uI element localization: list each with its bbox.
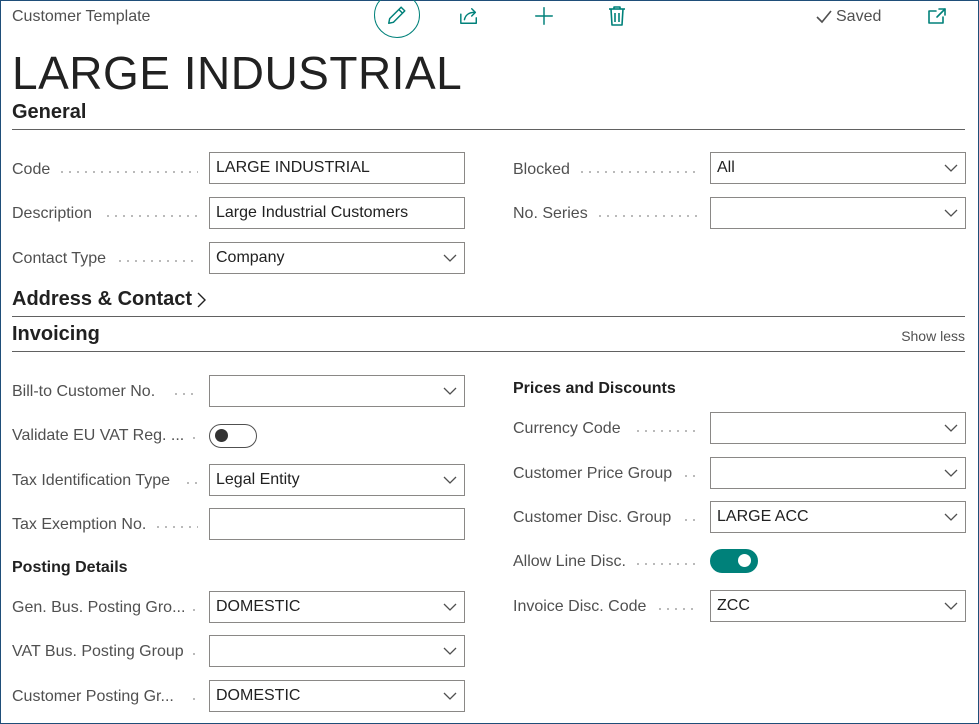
show-less-link[interactable]: Show less [901, 328, 965, 344]
leader-dots [682, 475, 698, 477]
currency-select[interactable] [710, 412, 966, 444]
description-value: Large Industrial Customers [216, 204, 409, 221]
chevron-down-icon [436, 647, 464, 655]
chevron-down-icon [937, 424, 965, 432]
trash-icon [609, 6, 625, 26]
disc-group-select[interactable]: LARGE ACC [710, 501, 966, 533]
gen-bus-value: DOMESTIC [216, 598, 301, 615]
plus-icon [535, 7, 553, 25]
customer-posting-label: Customer Posting Gr... [12, 688, 174, 705]
leader-dots [116, 260, 198, 262]
invoice-disc-select[interactable]: ZCC [710, 590, 966, 622]
new-button[interactable] [531, 4, 557, 28]
open-new-window-button[interactable] [924, 4, 950, 28]
tax-id-type-value: Legal Entity [216, 471, 300, 488]
description-field[interactable]: Large Industrial Customers [209, 197, 465, 229]
vat-bus-label: VAT Bus. Posting Group [12, 643, 184, 660]
disc-group-label: Customer Disc. Group [513, 509, 672, 526]
code-value: LARGE INDUSTRIAL [216, 159, 370, 176]
allow-line-disc-label: Allow Line Disc. [513, 553, 626, 570]
section-address-title: Address & Contact [12, 288, 193, 310]
description-label: Description [12, 205, 93, 222]
gen-bus-label: Gen. Bus. Posting Gro... [12, 599, 186, 616]
chevron-down-icon [937, 209, 965, 217]
invoice-disc-label: Invoice Disc. Code [513, 598, 647, 615]
page-title: LARGE INDUSTRIAL [12, 47, 463, 99]
delete-button[interactable] [604, 4, 630, 28]
section-divider [12, 351, 965, 352]
posting-details-title: Posting Details [12, 559, 128, 576]
chevron-right-icon [197, 292, 207, 307]
blocked-value: All [717, 159, 735, 176]
prices-discounts-title: Prices and Discounts [513, 380, 676, 397]
bill-to-select[interactable] [209, 375, 465, 407]
tax-exemption-field[interactable] [209, 508, 465, 540]
chevron-down-icon [436, 476, 464, 484]
gen-bus-select[interactable]: DOMESTIC [209, 591, 465, 623]
chevron-down-icon [937, 469, 965, 477]
leader-dots [578, 171, 698, 173]
leader-dots [634, 430, 698, 432]
leader-dots [634, 563, 698, 565]
validate-vat-label: Validate EU VAT Reg. ... [12, 427, 185, 444]
chevron-down-icon [436, 692, 464, 700]
chevron-down-icon [937, 164, 965, 172]
customer-posting-select[interactable]: DOMESTIC [209, 680, 465, 712]
customer-posting-value: DOMESTIC [216, 687, 301, 704]
pencil-icon [388, 6, 406, 24]
chevron-down-icon [937, 513, 965, 521]
leader-dots [190, 437, 198, 439]
no-series-select[interactable] [710, 197, 966, 229]
disc-group-value: LARGE ACC [717, 508, 809, 525]
checkmark-icon [816, 10, 832, 24]
leader-dots [682, 519, 698, 521]
leader-dots [596, 215, 698, 217]
open-in-new-window-icon [928, 8, 946, 24]
currency-label: Currency Code [513, 420, 621, 437]
leader-dots [190, 653, 198, 655]
invoice-disc-value: ZCC [717, 597, 750, 614]
toggle-knob [738, 554, 751, 567]
blocked-label: Blocked [513, 161, 570, 178]
section-divider [12, 316, 965, 317]
share-icon [460, 7, 477, 24]
tax-exemption-label: Tax Exemption No. [12, 516, 147, 533]
contact-type-select[interactable]: Company [209, 242, 465, 274]
section-invoicing-title[interactable]: Invoicing [12, 323, 100, 346]
section-divider [12, 129, 965, 130]
section-general-title[interactable]: General [12, 101, 86, 124]
leader-dots [184, 482, 198, 484]
allow-line-disc-toggle[interactable] [710, 549, 758, 573]
leader-dots [172, 393, 198, 395]
contact-type-value: Company [216, 249, 285, 266]
tax-id-type-label: Tax Identification Type [12, 472, 171, 489]
tax-id-type-select[interactable]: Legal Entity [209, 464, 465, 496]
leader-dots [104, 215, 198, 217]
leader-dots [190, 698, 198, 700]
blocked-select[interactable]: All [710, 152, 966, 184]
chevron-down-icon [937, 602, 965, 610]
section-address-contact[interactable]: Address & Contact [12, 288, 207, 311]
breadcrumb: Customer Template [12, 8, 151, 25]
chevron-down-icon [436, 254, 464, 262]
saved-status: Saved [816, 8, 881, 26]
leader-dots [154, 526, 198, 528]
saved-label: Saved [836, 8, 882, 25]
leader-dots [58, 171, 198, 173]
validate-vat-toggle[interactable] [209, 424, 257, 448]
price-group-label: Customer Price Group [513, 465, 673, 482]
chevron-down-icon [436, 603, 464, 611]
vat-bus-select[interactable] [209, 635, 465, 667]
no-series-label: No. Series [513, 205, 588, 222]
share-button[interactable] [456, 4, 482, 28]
leader-dots [656, 608, 698, 610]
toggle-knob [215, 429, 228, 442]
leader-dots [190, 609, 198, 611]
code-field[interactable]: LARGE INDUSTRIAL [209, 152, 465, 184]
chevron-down-icon [436, 387, 464, 395]
bill-to-label: Bill-to Customer No. [12, 383, 156, 400]
price-group-select[interactable] [710, 457, 966, 489]
contact-type-label: Contact Type [12, 250, 106, 267]
code-label: Code [12, 161, 51, 178]
